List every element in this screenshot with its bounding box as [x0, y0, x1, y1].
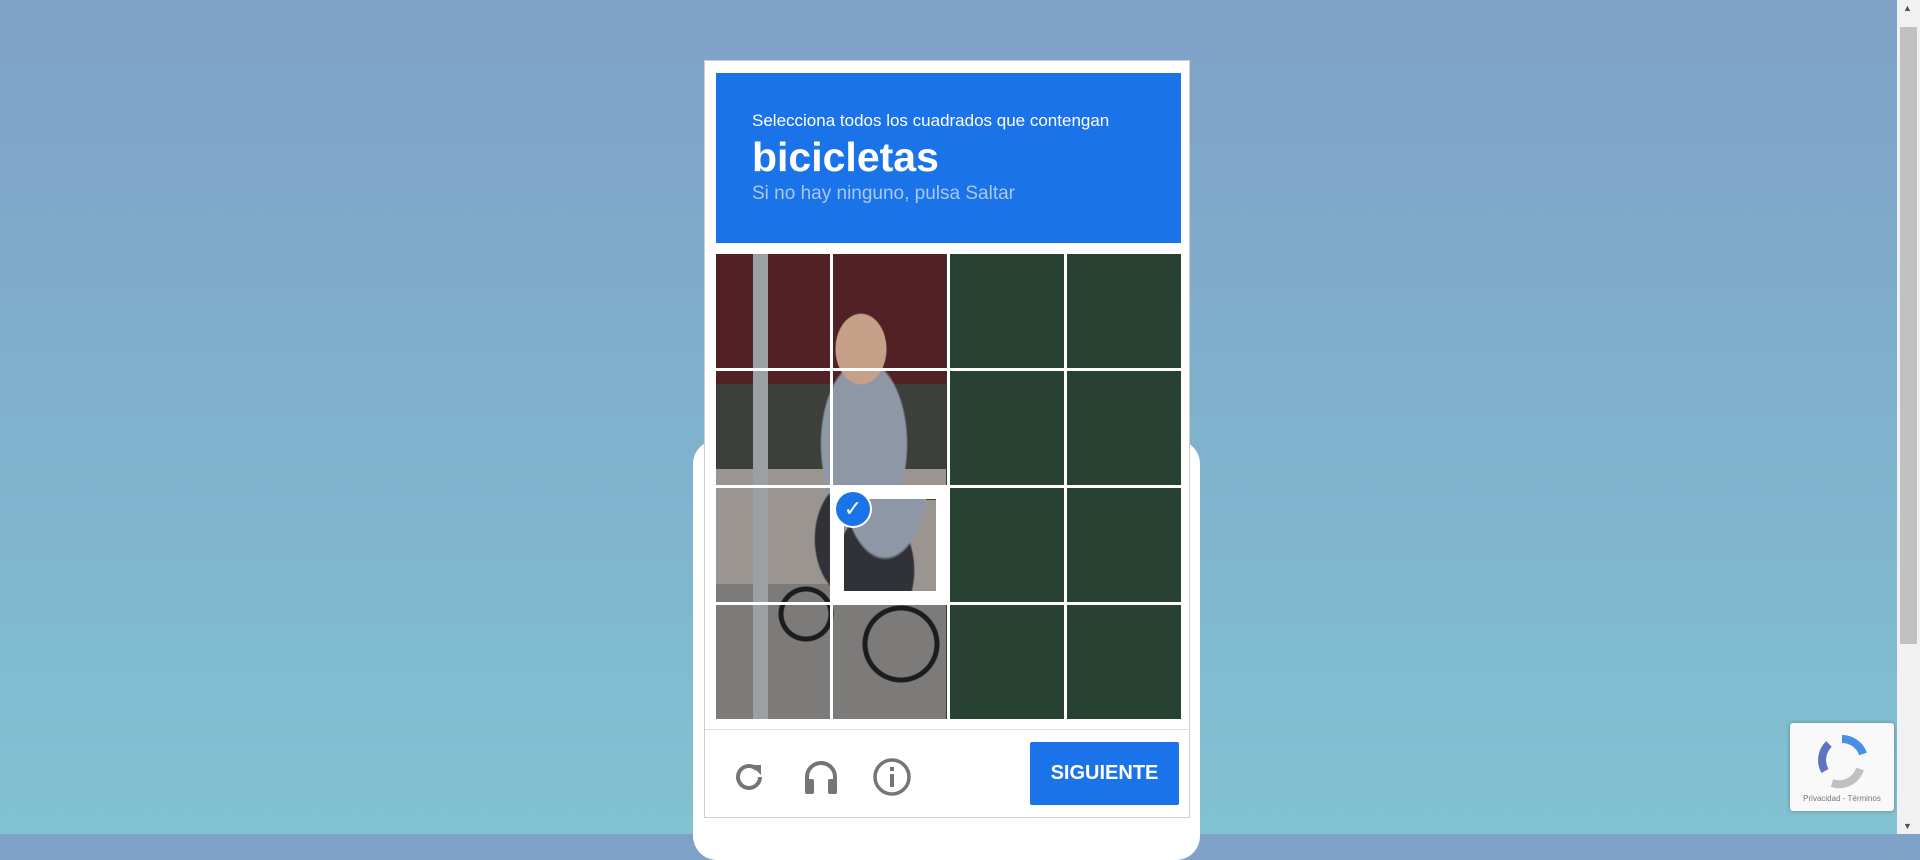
image-tile[interactable]: [1067, 488, 1181, 602]
recaptcha-challenge-popup: Selecciona todos los cuadrados que conte…: [704, 60, 1190, 818]
image-tile[interactable]: ✓: [833, 488, 947, 602]
recaptcha-badge-links[interactable]: Privacidad - Términos: [1790, 794, 1894, 803]
tile-image: [716, 488, 830, 602]
tile-image: [950, 488, 1064, 602]
image-tile[interactable]: [716, 605, 830, 719]
image-tile[interactable]: [833, 371, 947, 485]
image-grid: ✓: [716, 254, 1181, 719]
recaptcha-logo-icon: [1818, 734, 1867, 789]
image-tile[interactable]: [950, 371, 1064, 485]
image-tile[interactable]: [716, 254, 830, 368]
image-tile[interactable]: [833, 254, 947, 368]
tile-image: [833, 605, 947, 719]
image-tile[interactable]: [833, 605, 947, 719]
image-tile[interactable]: [1067, 371, 1181, 485]
reload-icon[interactable]: [729, 757, 769, 797]
tile-image: [833, 254, 947, 368]
tile-image: [716, 605, 830, 719]
challenge-instruction: Selecciona todos los cuadrados que conte…: [752, 111, 1110, 130]
tile-image: [1067, 371, 1181, 485]
headphones-icon[interactable]: [801, 757, 841, 797]
tile-image: [1067, 254, 1181, 368]
checkmark-icon: ✓: [836, 492, 870, 526]
tile-image: [716, 254, 830, 368]
info-icon[interactable]: [872, 757, 912, 797]
challenge-target: bicicletas: [752, 134, 939, 180]
scroll-up-icon[interactable]: ▲: [1903, 3, 1912, 13]
tile-image: [1067, 605, 1181, 719]
scrollbar-thumb[interactable]: [1900, 27, 1917, 644]
tile-image: [1067, 488, 1181, 602]
tile-image: [950, 605, 1064, 719]
image-tile[interactable]: [950, 488, 1064, 602]
recaptcha-badge[interactable]: Privacidad - Términos: [1790, 723, 1894, 811]
tile-image: [950, 371, 1064, 485]
scrollbar[interactable]: ▲ ▼: [1897, 0, 1920, 834]
scroll-down-icon[interactable]: ▼: [1903, 821, 1912, 831]
image-tile[interactable]: [950, 254, 1064, 368]
image-tile[interactable]: [1067, 254, 1181, 368]
tile-image: [833, 371, 947, 485]
challenge-header: Selecciona todos los cuadrados que conte…: [716, 73, 1181, 243]
image-tile[interactable]: [716, 488, 830, 602]
challenge-footer: SIGUIENTE: [705, 729, 1189, 817]
challenge-hint: Si no hay ninguno, pulsa Saltar: [752, 183, 1016, 204]
next-button[interactable]: SIGUIENTE: [1030, 742, 1179, 805]
image-tile[interactable]: [950, 605, 1064, 719]
image-tile[interactable]: [716, 371, 830, 485]
tile-image: [950, 254, 1064, 368]
tile-image: [716, 371, 830, 485]
image-tile[interactable]: [1067, 605, 1181, 719]
